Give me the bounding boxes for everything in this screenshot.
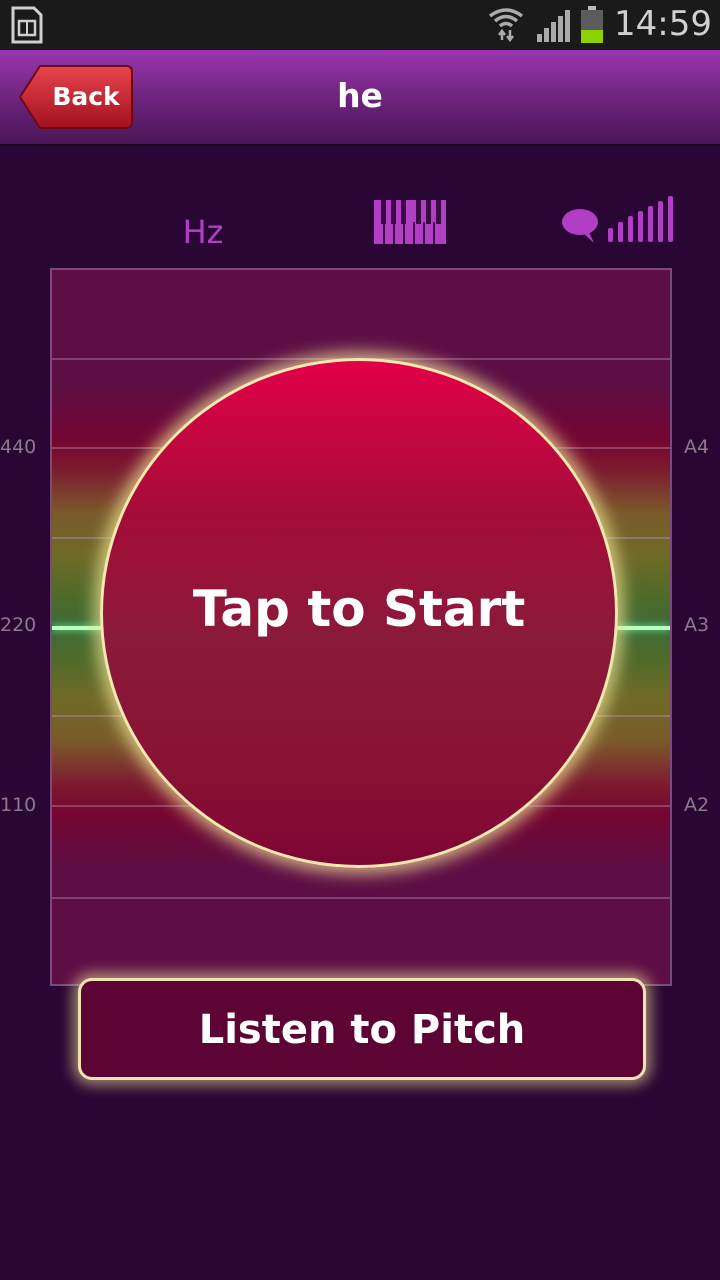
sim-card-icon — [11, 6, 43, 44]
clock: 14:59 — [614, 4, 712, 44]
header-bar: Back he — [0, 50, 720, 146]
axis-note-a2: A2 — [684, 794, 710, 816]
axis-note-a3: A3 — [684, 614, 710, 636]
tap-to-start-button[interactable]: Tap to Start — [100, 358, 618, 868]
gridline — [52, 897, 670, 899]
wifi-icon — [488, 8, 524, 42]
back-label: Back — [52, 82, 120, 111]
volume-bars-icon[interactable] — [606, 194, 680, 244]
piano-keys-icon[interactable] — [372, 198, 448, 246]
axis-hz-440: 440 — [0, 436, 37, 458]
listen-label: Listen to Pitch — [198, 1007, 526, 1053]
axis-hz-220: 220 — [0, 614, 37, 636]
axis-hz-110: 110 — [0, 794, 37, 816]
battery-icon — [581, 6, 603, 43]
signal-icon — [537, 10, 570, 42]
page-title: he — [337, 76, 383, 115]
axis-note-a4: A4 — [684, 436, 710, 458]
status-bar: 14:59 — [0, 0, 720, 50]
speech-bubble-icon[interactable] — [560, 206, 600, 244]
hz-mode-button[interactable]: Hz — [170, 210, 236, 254]
start-label: Tap to Start — [192, 580, 526, 638]
listen-to-pitch-button[interactable]: Listen to Pitch — [78, 978, 646, 1080]
back-button[interactable]: Back — [18, 64, 134, 130]
